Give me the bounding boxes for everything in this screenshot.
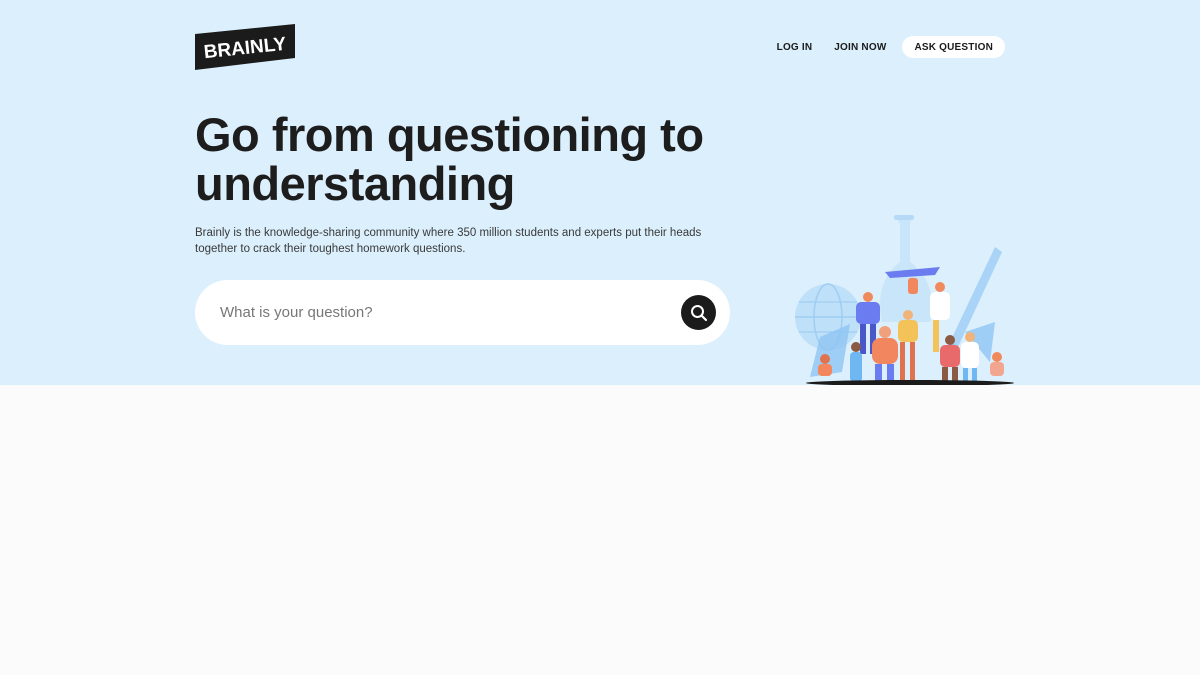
students-community-illustration — [790, 212, 1015, 387]
logo-mark: BRAINLY — [195, 24, 295, 70]
ask-question-button[interactable]: ASK QUESTION — [902, 36, 1005, 58]
login-link[interactable]: LOG IN — [777, 42, 813, 53]
hero-description: Brainly is the knowledge-sharing communi… — [195, 227, 702, 255]
join-now-link[interactable]: JOIN NOW — [834, 42, 886, 53]
brainly-logo[interactable]: BRAINLY — [195, 24, 295, 70]
search-button[interactable] — [681, 295, 716, 330]
page-headline: Go from questioning to understanding — [195, 108, 704, 210]
hero-section: BRAINLY LOG IN JOIN NOW ASK QUESTION Go … — [0, 0, 1200, 387]
illustration-art — [795, 215, 1014, 386]
search-icon — [690, 304, 707, 321]
search-bar — [195, 280, 730, 345]
lower-content-area — [0, 385, 1200, 675]
search-input[interactable] — [220, 280, 660, 345]
top-nav: LOG IN JOIN NOW ASK QUESTION — [755, 36, 1005, 58]
